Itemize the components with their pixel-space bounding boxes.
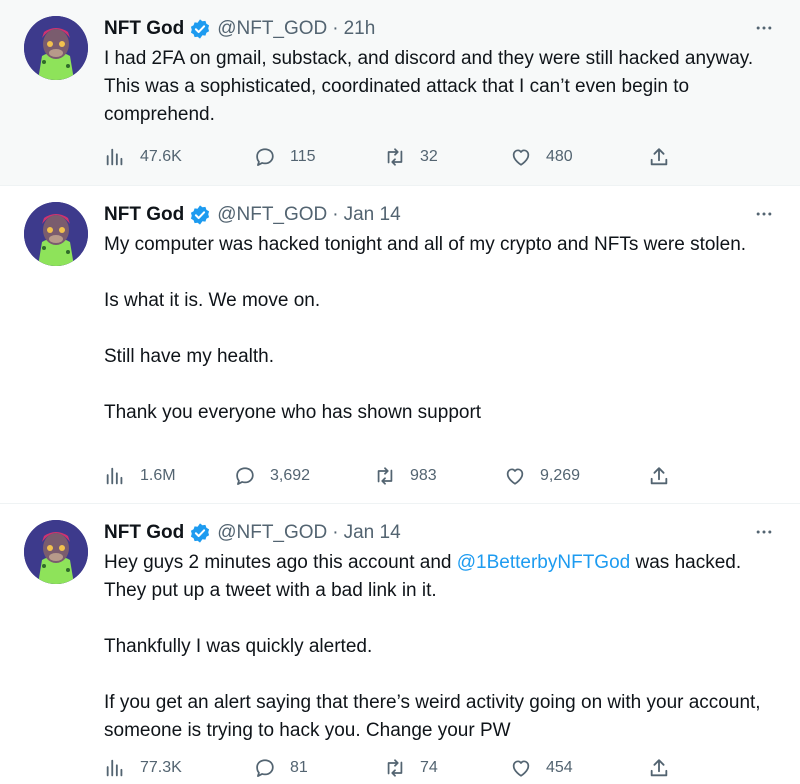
- share-button[interactable]: [648, 143, 670, 171]
- like-button[interactable]: 480: [510, 143, 573, 171]
- reply-button[interactable]: 3,692: [234, 462, 310, 490]
- author-handle[interactable]: @NFT_GOD: [217, 204, 327, 226]
- tweet-paragraph: My computer was hacked tonight and all o…: [104, 234, 747, 255]
- reply-button[interactable]: 81: [254, 754, 308, 782]
- tweet-text-intro: Hey guys 2 minutes ago this account and: [104, 552, 457, 573]
- share-icon: [650, 467, 668, 485]
- retweet-button[interactable]: 32: [384, 143, 438, 171]
- reply-icon: [256, 148, 274, 166]
- verified-badge-icon: [189, 522, 211, 544]
- reply-count: 81: [290, 759, 308, 776]
- avatar[interactable]: [24, 520, 88, 584]
- like-button[interactable]: 454: [510, 754, 573, 782]
- tweet-header: NFT God @NFT_GOD · 21h: [104, 16, 375, 42]
- author-name[interactable]: NFT God: [104, 522, 184, 544]
- share-icon: [650, 148, 668, 166]
- retweet-icon: [387, 759, 403, 777]
- more-icon[interactable]: [752, 520, 776, 544]
- views-icon: [106, 467, 123, 485]
- tweet-paragraph: Is what it is. We move on.: [104, 290, 321, 311]
- action-bar: 77.3K 81 74 454: [104, 754, 684, 782]
- tweet-text: Hey guys 2 minutes ago this account and …: [104, 549, 784, 745]
- retweet-count: 983: [410, 467, 437, 484]
- views-button[interactable]: 77.3K: [104, 754, 182, 782]
- tweet-timestamp[interactable]: 21h: [344, 18, 376, 40]
- like-count: 454: [546, 759, 573, 776]
- views-count: 47.6K: [140, 148, 182, 165]
- like-count: 480: [546, 148, 573, 165]
- tweet-timestamp[interactable]: Jan 14: [344, 522, 401, 544]
- separator-dot: ·: [332, 18, 339, 39]
- tweet-paragraph: Thankfully I was quickly alerted.: [104, 636, 373, 657]
- views-button[interactable]: 47.6K: [104, 143, 182, 171]
- views-count: 77.3K: [140, 759, 182, 776]
- tweet-paragraph: Still have my health.: [104, 346, 275, 367]
- tweet-text: I had 2FA on gmail, substack, and discor…: [104, 45, 784, 129]
- tweet[interactable]: NFT God @NFT_GOD · Jan 14 Hey guys 2 min…: [0, 504, 800, 784]
- views-button[interactable]: 1.6M: [104, 462, 176, 490]
- tweet-paragraph: Thank you everyone who has shown support: [104, 402, 482, 423]
- like-icon: [506, 468, 524, 485]
- avatar[interactable]: [24, 202, 88, 266]
- reply-icon: [256, 759, 274, 777]
- separator-dot: ·: [332, 522, 339, 543]
- author-name[interactable]: NFT God: [104, 204, 184, 226]
- tweet[interactable]: NFT God @NFT_GOD · 21h I had 2FA on gmai…: [0, 0, 800, 186]
- tweet[interactable]: NFT God @NFT_GOD · Jan 14 My computer wa…: [0, 186, 800, 504]
- author-handle[interactable]: @NFT_GOD: [217, 18, 327, 40]
- like-count: 9,269: [540, 467, 581, 484]
- tweet-paragraph: Hey guys 2 minutes ago this account and …: [104, 549, 784, 605]
- tweet-timestamp[interactable]: Jan 14: [344, 204, 401, 226]
- author-name[interactable]: NFT God: [104, 18, 184, 40]
- reply-icon: [236, 467, 254, 485]
- retweet-count: 74: [420, 759, 438, 776]
- like-icon: [512, 760, 530, 777]
- more-icon[interactable]: [752, 202, 776, 226]
- reply-count: 3,692: [270, 467, 311, 484]
- reply-button[interactable]: 115: [254, 143, 316, 171]
- retweet-count: 32: [420, 148, 438, 165]
- verified-badge-icon: [189, 204, 211, 226]
- action-bar: 1.6M 3,692 983 9,269: [104, 462, 684, 490]
- views-icon: [106, 148, 123, 166]
- views-icon: [106, 759, 123, 777]
- tweet-paragraph: If you get an alert saying that there’s …: [104, 692, 761, 741]
- like-icon: [512, 149, 530, 166]
- views-count: 1.6M: [140, 467, 176, 484]
- retweet-icon: [377, 467, 393, 485]
- more-icon[interactable]: [752, 16, 776, 40]
- mention-link[interactable]: @1BetterbyNFTGod: [457, 552, 630, 573]
- tweet-text: My computer was hacked tonight and all o…: [104, 231, 784, 427]
- separator-dot: ·: [332, 204, 339, 225]
- tweet-header: NFT God @NFT_GOD · Jan 14: [104, 202, 401, 228]
- avatar[interactable]: [24, 16, 88, 80]
- share-icon: [650, 759, 668, 777]
- like-button[interactable]: 9,269: [504, 462, 580, 490]
- tweet-paragraph: I had 2FA on gmail, substack, and discor…: [104, 48, 754, 125]
- retweet-button[interactable]: 983: [374, 462, 437, 490]
- tweet-header: NFT God @NFT_GOD · Jan 14: [104, 520, 401, 546]
- retweet-icon: [387, 148, 403, 166]
- share-button[interactable]: [648, 754, 670, 782]
- author-handle[interactable]: @NFT_GOD: [217, 522, 327, 544]
- retweet-button[interactable]: 74: [384, 754, 438, 782]
- reply-count: 115: [290, 148, 316, 165]
- action-bar: 47.6K 115 32 480: [104, 143, 684, 171]
- share-button[interactable]: [648, 462, 670, 490]
- verified-badge-icon: [189, 18, 211, 40]
